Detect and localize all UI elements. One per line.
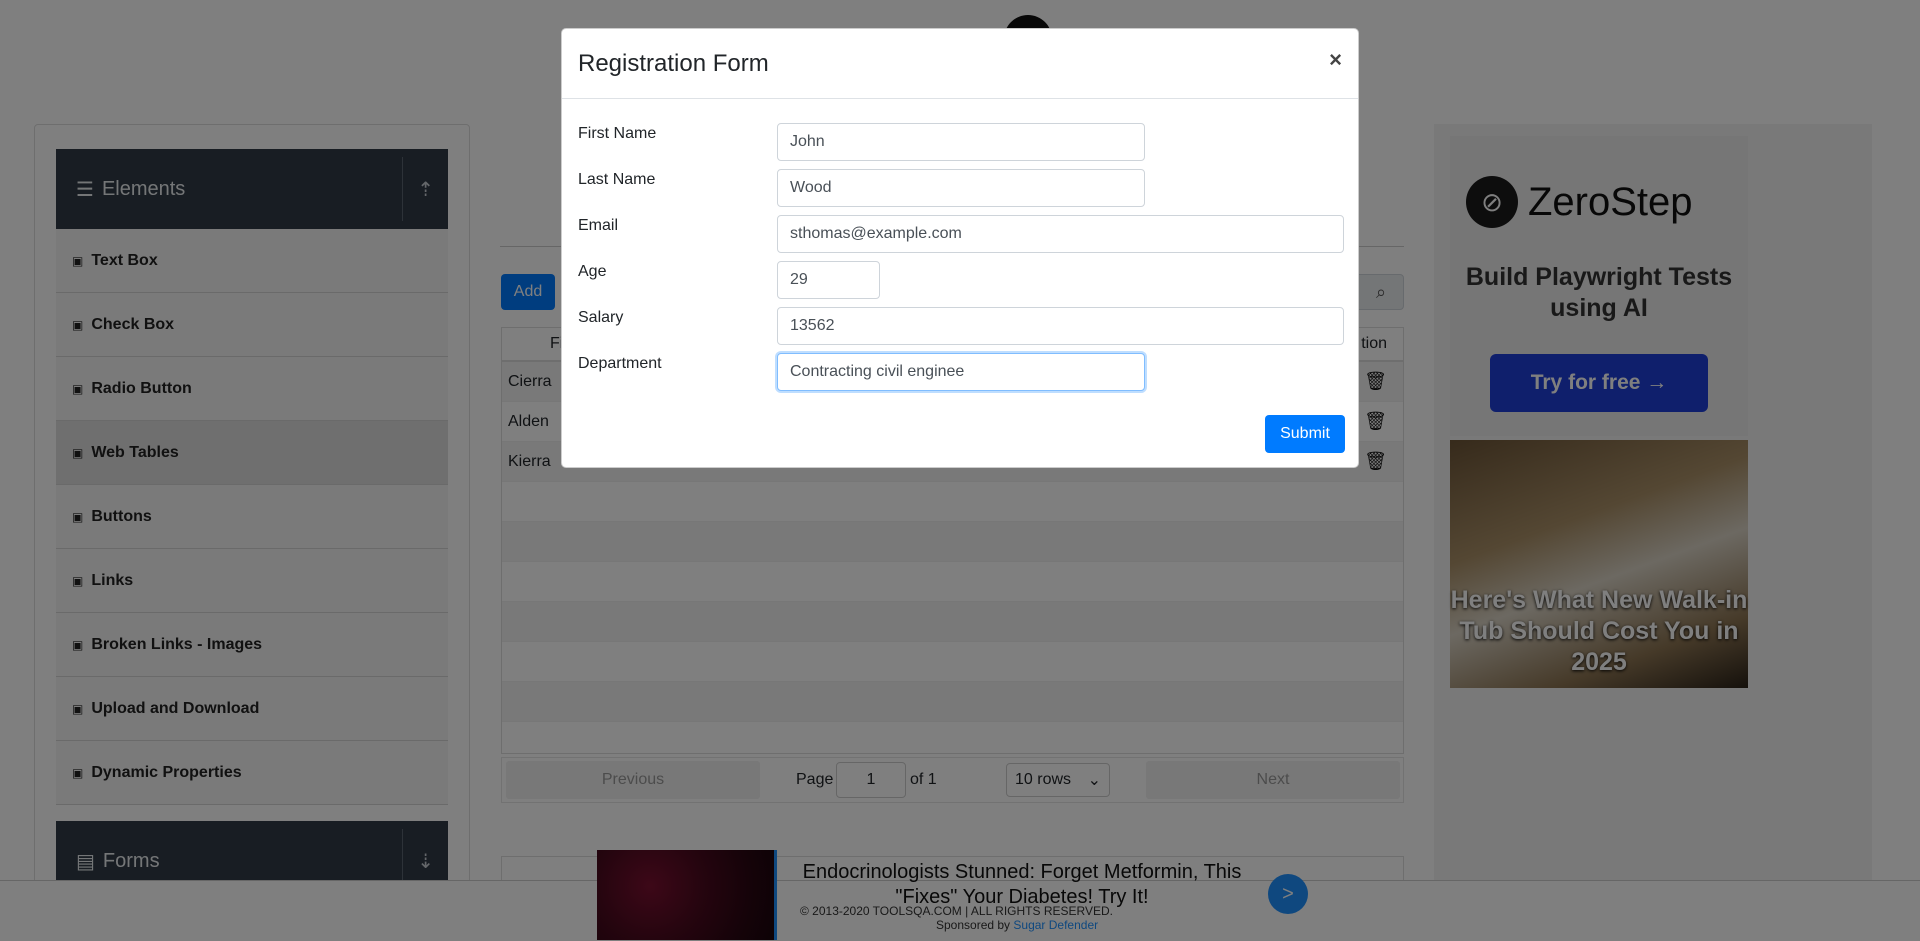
first-name-input[interactable]: John <box>777 123 1145 161</box>
last-name-input[interactable]: Wood <box>777 169 1145 207</box>
first-name-row: First Name John <box>578 123 1344 163</box>
email-row: Email sthomas@example.com <box>578 215 1344 255</box>
modal-header: Registration Form × <box>562 29 1358 99</box>
first-name-label: First Name <box>578 125 657 142</box>
salary-row: Salary 13562 <box>578 307 1344 347</box>
modal-title: Registration Form <box>578 50 769 77</box>
salary-input[interactable]: 13562 <box>777 307 1344 345</box>
submit-button[interactable]: Submit <box>1265 415 1345 453</box>
age-input[interactable]: 29 <box>777 261 880 299</box>
department-label: Department <box>578 355 662 372</box>
close-icon[interactable]: × <box>1329 47 1342 73</box>
department-row: Department Contracting civil enginee <box>578 353 1344 393</box>
email-label: Email <box>578 217 619 234</box>
age-row: Age 29 <box>578 261 1344 301</box>
salary-label: Salary <box>578 309 624 326</box>
registration-modal: Registration Form × First Name John Last… <box>561 28 1359 468</box>
email-input[interactable]: sthomas@example.com <box>777 215 1344 253</box>
last-name-label: Last Name <box>578 171 656 188</box>
last-name-row: Last Name Wood <box>578 169 1344 209</box>
age-label: Age <box>578 263 607 280</box>
department-input[interactable]: Contracting civil enginee <box>777 353 1145 391</box>
